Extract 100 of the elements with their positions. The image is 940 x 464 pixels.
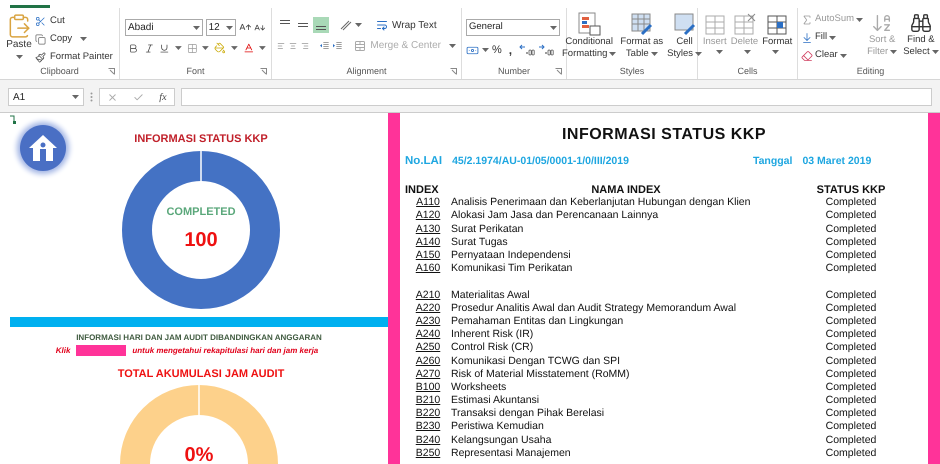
group-label: Number xyxy=(498,67,530,76)
font-color-icon xyxy=(242,42,254,54)
cell-styles-icon xyxy=(672,12,697,36)
caret-icon xyxy=(550,26,557,30)
decrease-font-icon xyxy=(254,22,266,34)
caret-icon xyxy=(890,50,898,54)
home-icon[interactable] xyxy=(28,134,58,162)
chart-title: TOTAL AKUMULASI JAM AUDIT xyxy=(116,366,286,382)
index-link[interactable]: B100 xyxy=(416,380,440,394)
cells-button[interactable]: Format xyxy=(760,12,794,48)
status-cell-text: Completed xyxy=(824,420,878,434)
align-lines-icon xyxy=(316,26,326,30)
editing-button[interactable]: Fill xyxy=(801,30,864,45)
index-link[interactable]: B230 xyxy=(416,420,440,434)
formula-input[interactable] xyxy=(181,88,932,106)
status-value: 100 xyxy=(184,228,218,253)
caret-icon xyxy=(716,50,724,54)
comma-button[interactable]: , xyxy=(504,41,516,59)
number-format-field[interactable]: General xyxy=(466,19,560,36)
column-header: INDEX xyxy=(405,184,440,196)
index-name: Komunikasi Tim Perikatan xyxy=(451,262,574,276)
caret-icon xyxy=(650,52,658,56)
merge-icon xyxy=(354,40,366,52)
group-label: Editing xyxy=(856,67,884,76)
paste-button[interactable]: Paste xyxy=(6,13,32,65)
editing-button[interactable]: Clear xyxy=(801,48,864,63)
clipboard-button[interactable]: Format Painter xyxy=(35,49,113,65)
index-link[interactable]: A220 xyxy=(416,302,440,315)
status-cell-text: Completed xyxy=(824,407,878,420)
group-label: Clipboard xyxy=(40,67,79,76)
caret-icon xyxy=(226,26,233,30)
index-link[interactable]: A240 xyxy=(416,328,440,342)
dialog-launcher-icon xyxy=(108,68,115,75)
borders-icon xyxy=(186,42,198,54)
index-name: Estimasi Akuntansi xyxy=(451,394,540,408)
index-link[interactable]: A230 xyxy=(416,314,440,328)
clipboard-button[interactable]: Copy xyxy=(35,31,113,47)
status-cell-text: Completed xyxy=(824,236,878,249)
index-link[interactable]: A140 xyxy=(416,236,440,249)
index-link[interactable]: B250 xyxy=(416,446,440,460)
index-link[interactable]: B220 xyxy=(416,407,440,420)
index-link[interactable]: A260 xyxy=(416,354,440,368)
delete-cells-icon xyxy=(732,12,756,36)
index-link[interactable]: A250 xyxy=(416,341,440,354)
caret-icon xyxy=(840,54,847,58)
index-link[interactable]: A160 xyxy=(416,262,440,276)
dialog-launcher-icon xyxy=(450,68,457,75)
status-cell-text: Completed xyxy=(824,302,878,315)
style-button[interactable]: Format as Table xyxy=(618,12,666,60)
caret-icon xyxy=(695,52,702,56)
style-button[interactable]: Conditional Formatting xyxy=(560,12,618,60)
fill-color-icon xyxy=(214,42,226,54)
caret-icon xyxy=(202,46,210,50)
status-cell-text: Completed xyxy=(824,446,878,460)
index-link[interactable]: A150 xyxy=(416,249,440,262)
fill-down-icon xyxy=(801,32,813,44)
status-cell-text: Completed xyxy=(824,314,878,328)
increase-decimal-icon[interactable] xyxy=(519,44,536,56)
caret-icon xyxy=(16,54,22,58)
index-name: Materialitas Awal xyxy=(451,288,531,302)
insert-function-button[interactable]: fx xyxy=(159,90,167,104)
index-name: Surat Tugas xyxy=(451,236,509,249)
font-size-field[interactable]: 12 xyxy=(206,19,236,36)
index-name: Representasi Manajemen xyxy=(451,446,572,460)
info-title: INFORMASI HARI DAN JAM AUDIT DIBANDINGKAN ANGGARAN xyxy=(75,332,323,344)
index-link[interactable]: A210 xyxy=(416,288,440,302)
index-name: Pemahaman Entitas dan Lingkungan xyxy=(451,314,624,328)
index-link[interactable]: B210 xyxy=(416,394,440,408)
wrap-text-button[interactable]: Wrap Text xyxy=(376,18,437,32)
index-link[interactable]: A270 xyxy=(416,368,440,381)
index-link[interactable]: A110 xyxy=(416,196,440,210)
increase-indent-icon[interactable] xyxy=(333,40,342,52)
index-link[interactable]: A120 xyxy=(416,209,440,223)
index-link[interactable]: A130 xyxy=(416,222,440,236)
wrap-text-icon xyxy=(376,19,388,31)
vertical-align-button[interactable] xyxy=(313,17,329,33)
column-header: NAMA INDEX xyxy=(590,184,662,196)
editing-button[interactable]: Find & Select xyxy=(901,12,940,63)
drag-handle-icon[interactable] xyxy=(90,92,93,102)
index-link[interactable]: B240 xyxy=(416,434,440,447)
decrease-indent-icon[interactable] xyxy=(320,40,330,52)
group-label: Alignment xyxy=(346,67,387,76)
caret-icon xyxy=(72,95,79,99)
status-cell-text: Completed xyxy=(824,380,878,394)
caret-icon xyxy=(355,23,362,27)
chart-title: INFORMASI STATUS KKP xyxy=(133,132,269,147)
caret-icon xyxy=(259,46,266,50)
percent-button[interactable]: % xyxy=(492,42,502,58)
bold-icon xyxy=(128,42,139,54)
caret-icon xyxy=(932,50,939,54)
name-box[interactable]: A1 xyxy=(8,88,84,106)
sum-icon xyxy=(801,14,813,26)
decrease-decimal-icon[interactable] xyxy=(538,44,554,56)
font-name-field[interactable]: Abadi xyxy=(125,19,203,36)
clipboard-button[interactable]: Cut xyxy=(35,13,113,29)
status-cell-text: Completed xyxy=(824,368,878,381)
status-cell-text: Completed xyxy=(824,209,878,223)
link-button[interactable] xyxy=(76,345,126,356)
orientation-icon[interactable] xyxy=(339,19,353,31)
caret-icon xyxy=(856,18,864,22)
